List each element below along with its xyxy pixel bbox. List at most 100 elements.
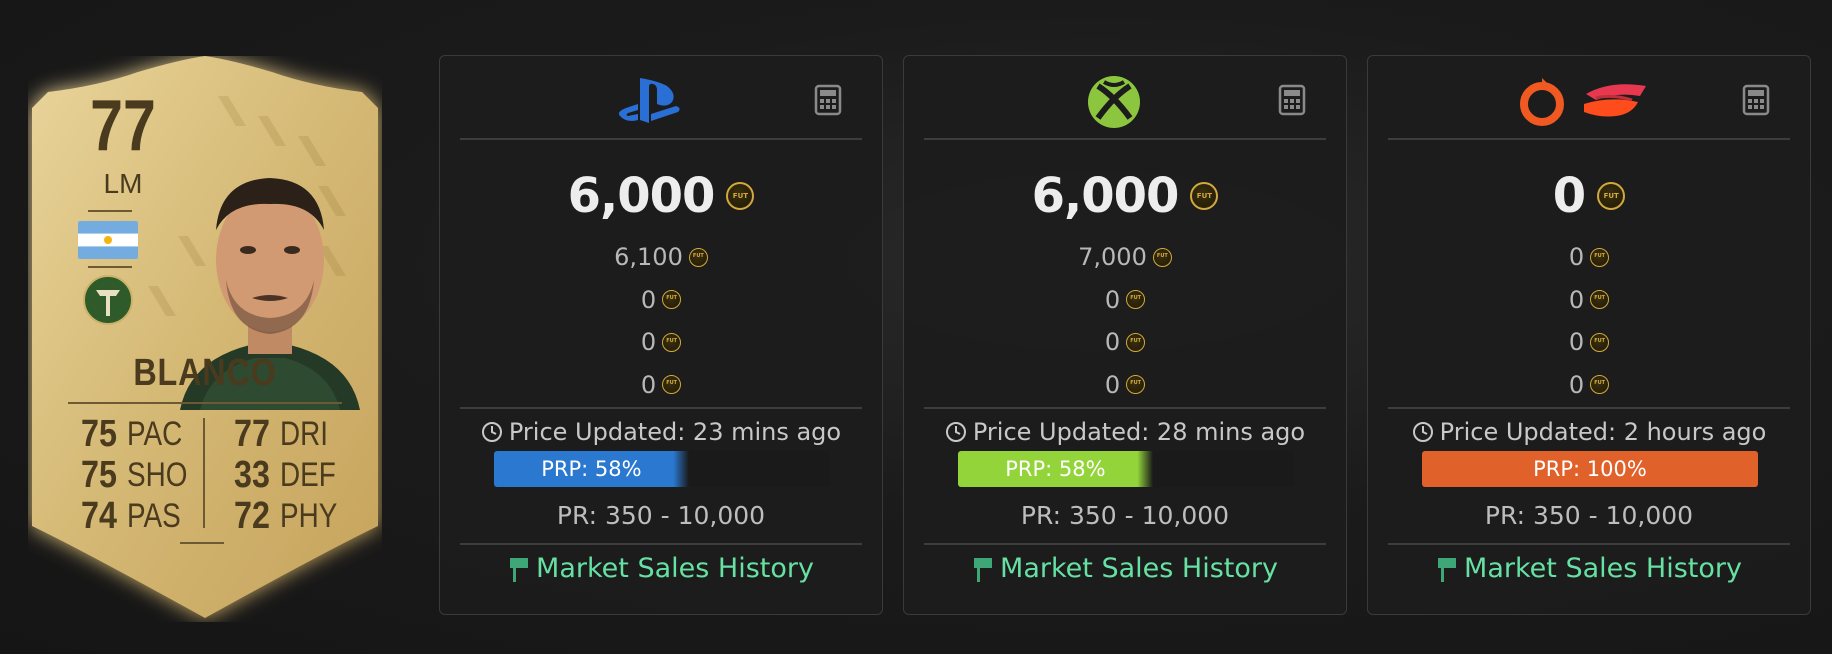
coin-icon: FUT [662, 290, 682, 310]
stat-label: DRI [280, 415, 329, 453]
clock-icon [1412, 422, 1433, 442]
stat-phy: 72 PHY [234, 495, 350, 537]
stat-value: 74 [81, 495, 117, 537]
divider [88, 210, 132, 212]
stat-label: PHY [280, 497, 338, 535]
price-value: 0 [640, 328, 657, 357]
price-value: 6,000 [567, 168, 716, 224]
price-value: 0 [1568, 370, 1585, 399]
panel-header [440, 56, 882, 138]
main-price: 0 FUT [1368, 168, 1810, 224]
price-value: 0 [640, 370, 657, 399]
signpost-icon [974, 557, 993, 582]
divider [924, 138, 1326, 140]
coin-icon: FUT [1126, 290, 1146, 310]
price-updated: Price Updated: 23 mins ago [440, 411, 882, 453]
divider [924, 407, 1326, 409]
market-sales-history-link[interactable]: Market Sales History [904, 553, 1346, 584]
coin-icon: FUT [1590, 247, 1610, 267]
coin-icon: FUT [1152, 247, 1172, 267]
list-item: 6,100 FUT [440, 236, 882, 279]
divider [180, 542, 224, 544]
stat-value: 72 [234, 495, 270, 537]
price-value: 0 [1568, 328, 1585, 357]
market-sales-history-link[interactable]: Market Sales History [1368, 553, 1810, 584]
list-item: 0 FUT [1368, 321, 1810, 364]
prp-bar: PRP: 58% [494, 451, 830, 487]
player-rating: 77 [90, 86, 156, 166]
stat-label: PAS [127, 497, 181, 535]
history-label: Market Sales History [1464, 553, 1742, 584]
coin-icon: FUT [1597, 182, 1626, 210]
stat-pas: 74 PAS [81, 495, 201, 537]
price-value: 0 [1104, 370, 1121, 399]
divider [68, 402, 342, 404]
other-prices: 6,100 FUT 0 FUT 0 FUT 0 FUT [440, 236, 882, 406]
price-updated: Price Updated: 2 hours ago [1368, 411, 1810, 453]
updated-text: Price Updated: 2 hours ago [1439, 418, 1767, 446]
price-updated: Price Updated: 28 mins ago [904, 411, 1346, 453]
stat-label: SHO [127, 456, 188, 494]
clock-icon [945, 422, 966, 442]
price-value: 6,100 [614, 243, 683, 272]
stats-left: 75 PAC 75 SHO 74 PAS [81, 413, 201, 537]
price-value: 0 [1552, 168, 1586, 224]
other-prices: 7,000 FUT 0 FUT 0 FUT 0 FUT [904, 236, 1346, 406]
stat-divider [203, 418, 205, 528]
price-value: 0 [1568, 285, 1585, 314]
market-sales-history-link[interactable]: Market Sales History [440, 553, 882, 584]
coin-icon: FUT [1590, 290, 1610, 310]
stat-label: PAC [127, 415, 183, 453]
price-value: 0 [1568, 243, 1585, 272]
prp-label: PRP: 58% [1005, 457, 1106, 481]
coin-icon: FUT [1590, 332, 1610, 352]
prp-bar: PRP: 58% [958, 451, 1294, 487]
price-panel-playstation: 6,000 FUT 6,100 FUT 0 FUT 0 FUT 0 FUT Price … [439, 55, 883, 615]
coin-icon: FUT [688, 247, 708, 267]
history-label: Market Sales History [536, 553, 814, 584]
other-prices: 0 FUT 0 FUT 0 FUT 0 FUT [1368, 236, 1810, 406]
club-badge-icon [83, 275, 133, 325]
stat-def: 33 DEF [234, 454, 350, 496]
player-card[interactable]: 77 LM BLANCO 75 PAC 75 SHO 74 PAS 77 DRI… [28, 56, 382, 622]
stat-label: DEF [280, 456, 336, 494]
coin-icon: FUT [1126, 375, 1146, 395]
argentina-flag-icon [78, 221, 138, 259]
stat-value: 77 [234, 413, 270, 455]
stats-right: 77 DRI 33 DEF 72 PHY [234, 413, 350, 537]
list-item: 0 FUT [904, 279, 1346, 322]
divider [1388, 138, 1790, 140]
player-position: LM [103, 168, 143, 199]
clock-icon [481, 422, 502, 442]
list-item: 0 FUT [440, 279, 882, 322]
divider [460, 407, 862, 409]
stat-sho: 75 SHO [81, 454, 201, 496]
origin-stadia-logo-icon [1520, 78, 1646, 126]
signpost-icon [1438, 557, 1457, 582]
list-item: 0 FUT [1368, 236, 1810, 279]
list-item: 0 FUT [440, 364, 882, 407]
calculator-icon[interactable] [1278, 84, 1306, 116]
calculator-icon[interactable] [814, 84, 842, 116]
coin-icon: FUT [1590, 375, 1610, 395]
list-item: 0 FUT [1368, 364, 1810, 407]
divider [924, 543, 1326, 545]
calculator-icon[interactable] [1742, 84, 1770, 116]
price-panel-pc: 0 FUT 0 FUT 0 FUT 0 FUT 0 FUT Price Updated:… [1367, 55, 1811, 615]
price-panel-xbox: 6,000 FUT 7,000 FUT 0 FUT 0 FUT 0 FUT Price … [903, 55, 1347, 615]
playstation-logo-icon [618, 78, 680, 123]
price-value: 0 [1104, 328, 1121, 357]
history-label: Market Sales History [1000, 553, 1278, 584]
updated-text: Price Updated: 28 mins ago [972, 418, 1306, 446]
price-value: 0 [640, 285, 657, 314]
coin-icon: FUT [726, 182, 755, 210]
list-item: 0 FUT [904, 364, 1346, 407]
prp-label: PRP: 58% [541, 457, 642, 481]
list-item: 0 FUT [904, 321, 1346, 364]
xbox-logo-icon [1088, 76, 1140, 128]
updated-text: Price Updated: 23 mins ago [508, 418, 842, 446]
list-item: 7,000 FUT [904, 236, 1346, 279]
prp-bar: PRP: 100% [1422, 451, 1758, 487]
price-value: 0 [1104, 285, 1121, 314]
coin-icon: FUT [662, 375, 682, 395]
